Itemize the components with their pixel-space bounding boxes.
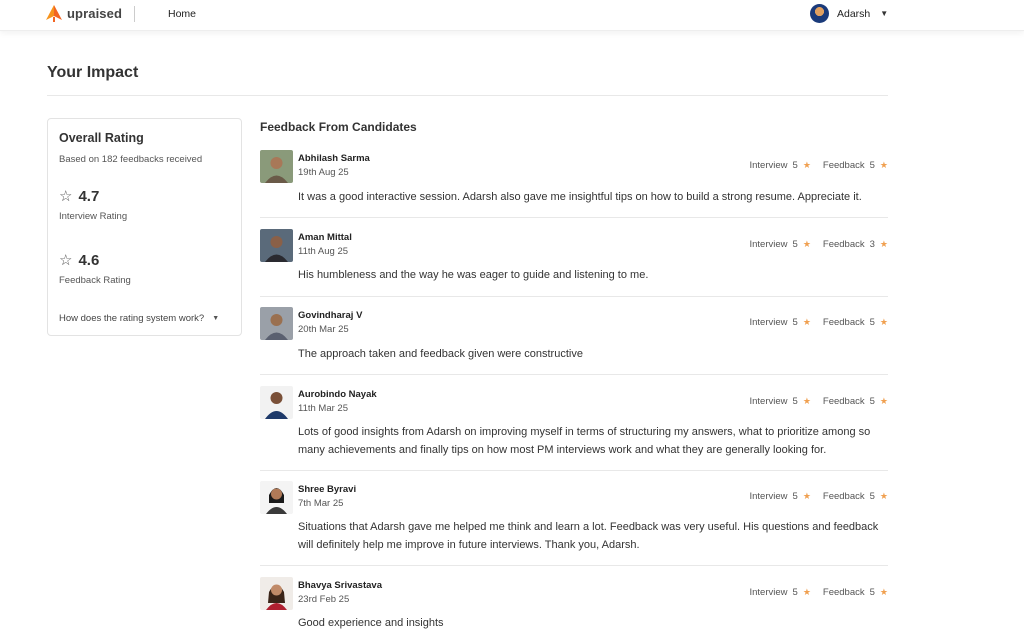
feedback-score: 5	[869, 160, 875, 171]
star-icon: ★	[879, 396, 888, 406]
feedback-ratings: Interview 5 ★ Feedback 5 ★	[750, 396, 889, 407]
feedback-text: Situations that Adarsh gave me helped me…	[298, 521, 879, 551]
caret-down-icon: ▼	[880, 9, 889, 18]
feedback-date: 11th Mar 25	[298, 403, 348, 414]
feedback-label: Feedback	[822, 317, 865, 328]
star-icon: ★	[802, 160, 811, 170]
feedback-ratings: Interview 5 ★ Feedback 5 ★	[750, 160, 889, 171]
feedback-date: 11th Aug 25	[298, 246, 349, 257]
candidate-name: Aurobindo Nayak	[298, 389, 377, 400]
star-icon: ★	[802, 491, 811, 501]
feedback-ratings: Interview 5 ★ Feedback 5 ★	[750, 491, 889, 502]
interview-score: 5	[792, 396, 798, 407]
interview-score: 5	[792, 317, 798, 328]
nav-divider	[134, 6, 135, 22]
star-icon: ★	[802, 317, 811, 327]
feedback-item: Govindharaj V 20th Mar 25 Interview 5 ★ Fe…	[260, 307, 888, 375]
user-name: Adarsh	[837, 7, 871, 20]
user-avatar	[810, 4, 829, 23]
feedback-heading: Feedback From Candidates	[260, 120, 417, 134]
top-navbar: upraised Home Adarsh ▼	[0, 0, 1024, 31]
feedback-item: Abhilash Sarma 19th Aug 25 Interview 5 ★ F…	[260, 150, 888, 218]
candidate-avatar	[260, 386, 293, 419]
feedback-text: Lots of good insights from Adarsh on imp…	[298, 426, 871, 456]
feedback-text: His humbleness and the way he was eager …	[298, 269, 649, 281]
star-icon: ★	[879, 587, 888, 597]
candidate-avatar	[260, 307, 293, 340]
candidate-avatar	[260, 150, 293, 183]
candidate-avatar	[260, 481, 293, 514]
interview-label: Interview	[749, 317, 788, 328]
star-icon: ★	[879, 491, 888, 501]
interview-score: 5	[792, 239, 798, 250]
interview-rating-label: Interview Rating	[59, 211, 128, 222]
feedback-score: 5	[869, 587, 875, 598]
feedback-score: 5	[869, 317, 875, 328]
interview-label: Interview	[749, 396, 788, 407]
page-title: Your Impact	[47, 64, 139, 81]
brand-logo[interactable]: upraised	[46, 5, 122, 22]
upraised-logo-icon	[46, 5, 62, 22]
feedback-text: It was a good interactive session. Adars…	[298, 191, 862, 203]
feedback-rating-number: 4.6	[78, 252, 100, 269]
star-outline-icon: ☆	[59, 188, 73, 205]
interview-rating-value: ☆ 4.7	[59, 188, 99, 205]
candidate-avatar	[260, 577, 293, 610]
feedback-ratings: Interview 5 ★ Feedback 3 ★	[750, 239, 889, 250]
candidate-name: Shree Byravi	[298, 484, 357, 495]
feedback-rating-value: ☆ 4.6	[59, 252, 99, 269]
rating-system-info-toggle[interactable]: How does the rating system work? ▼	[59, 313, 219, 324]
feedback-score: 5	[869, 491, 875, 502]
interview-score: 5	[792, 160, 798, 171]
feedback-date: 20th Mar 25	[298, 324, 349, 335]
brand-name: upraised	[67, 6, 122, 21]
feedback-date: 23rd Feb 25	[298, 594, 350, 605]
rating-card-title: Overall Rating	[59, 131, 144, 145]
title-divider	[47, 95, 888, 96]
feedback-label: Feedback	[822, 239, 865, 250]
feedback-label: Feedback	[822, 160, 865, 171]
star-icon: ★	[802, 587, 811, 597]
interview-label: Interview	[749, 491, 788, 502]
star-icon: ★	[879, 160, 888, 170]
interview-label: Interview	[749, 160, 788, 171]
feedback-date: 19th Aug 25	[298, 167, 349, 178]
rating-system-info-label: How does the rating system work?	[59, 313, 205, 324]
star-icon: ★	[802, 396, 811, 406]
feedback-item: Bhavya Srivastava 23rd Feb 25 Interview 5…	[260, 577, 888, 635]
interview-score: 5	[792, 587, 798, 598]
candidate-name: Bhavya Srivastava	[298, 580, 382, 591]
star-icon: ★	[802, 239, 811, 249]
feedback-date: 7th Mar 25	[298, 498, 344, 509]
feedback-label: Feedback	[822, 587, 865, 598]
candidate-name: Aman Mittal	[298, 232, 352, 243]
interview-label: Interview	[749, 239, 788, 250]
feedback-item: Shree Byravi 7th Mar 25 Interview 5 ★ Feed…	[260, 481, 888, 566]
rating-card-subtitle: Based on 182 feedbacks received	[59, 154, 203, 165]
feedback-ratings: Interview 5 ★ Feedback 5 ★	[750, 587, 889, 598]
caret-down-icon: ▼	[212, 315, 220, 322]
candidate-name: Abhilash Sarma	[298, 153, 370, 164]
feedback-item: Aman Mittal 11th Aug 25 Interview 5 ★ Feed…	[260, 229, 888, 297]
interview-label: Interview	[749, 587, 788, 598]
interview-rating-number: 4.7	[78, 188, 100, 205]
candidate-name: Govindharaj V	[298, 310, 363, 321]
star-outline-icon: ☆	[59, 252, 73, 269]
star-icon: ★	[879, 239, 888, 249]
nav-home-link[interactable]: Home	[168, 8, 196, 20]
feedback-score: 3	[869, 239, 875, 250]
user-menu[interactable]: Adarsh ▼	[810, 4, 888, 23]
interview-score: 5	[792, 491, 798, 502]
feedback-label: Feedback	[822, 396, 865, 407]
feedback-label: Feedback	[822, 491, 865, 502]
candidate-avatar	[260, 229, 293, 262]
feedback-rating-label: Feedback Rating	[59, 275, 131, 286]
feedback-score: 5	[869, 396, 875, 407]
feedback-text: The approach taken and feedback given we…	[298, 348, 583, 360]
feedback-text: Good experience and insights	[298, 617, 444, 629]
feedback-item: Aurobindo Nayak 11th Mar 25 Interview 5 ★ …	[260, 386, 888, 471]
overall-rating-card: Overall Rating Based on 182 feedbacks re…	[47, 118, 242, 336]
star-icon: ★	[879, 317, 888, 327]
feedback-ratings: Interview 5 ★ Feedback 5 ★	[750, 317, 889, 328]
